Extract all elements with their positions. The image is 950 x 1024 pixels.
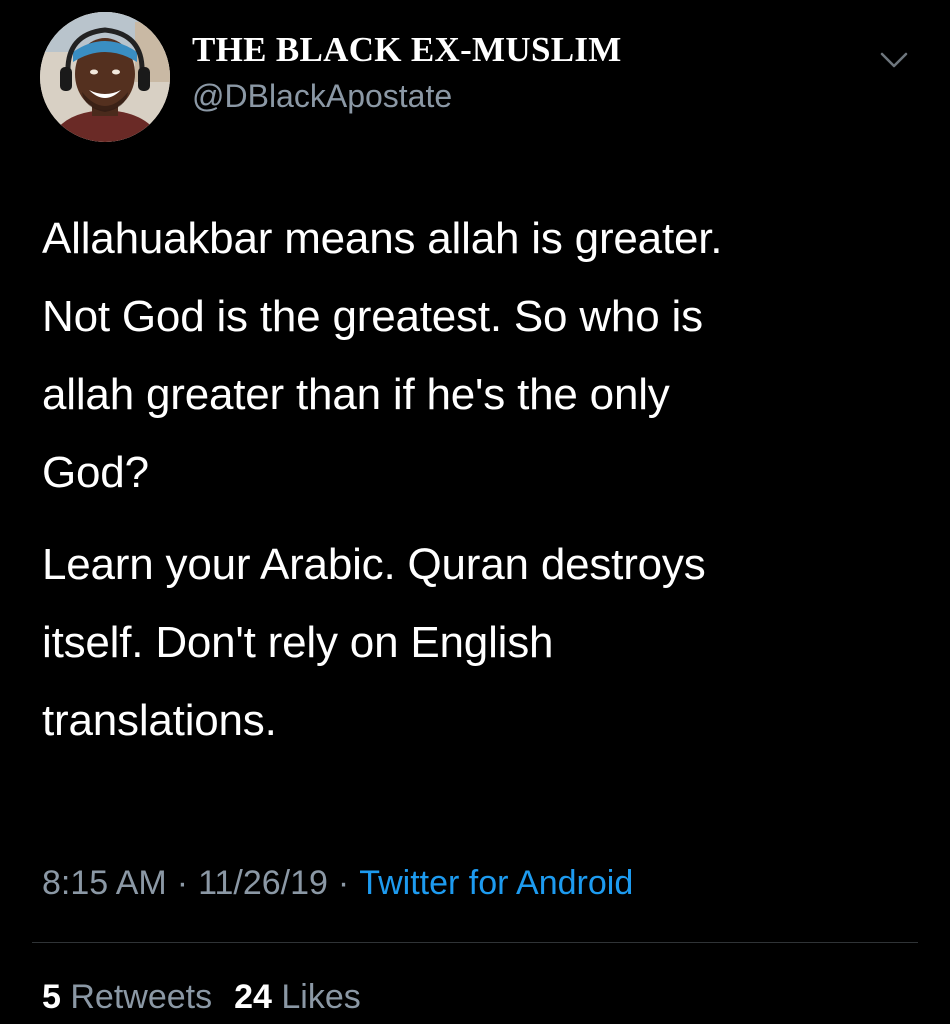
chevron-down-icon[interactable]: [876, 42, 912, 78]
avatar[interactable]: [40, 12, 170, 142]
engagement-stats: 5 Retweets 24 Likes: [42, 978, 361, 1017]
display-name[interactable]: THE BLACK EX-MUSLIM: [192, 30, 622, 70]
tweet-date: 11/26/19: [198, 864, 328, 902]
tweet-metadata: 8:15 AM · 11/26/19 · Twitter for Android: [42, 864, 633, 903]
likes-stat[interactable]: 24 Likes: [234, 978, 361, 1016]
profile-photo-icon: [40, 12, 170, 142]
retweets-label: Retweets: [70, 978, 213, 1016]
tweet-source-link[interactable]: Twitter for Android: [359, 864, 633, 902]
likes-label: Likes: [281, 978, 361, 1016]
tweet-text: Allahuakbar means allah is greater. Not …: [42, 200, 902, 760]
likes-count: 24: [234, 978, 272, 1016]
tweet-paragraph: Learn your Arabic. Quran destroys itself…: [42, 540, 706, 745]
retweets-stat[interactable]: 5 Retweets: [42, 978, 212, 1016]
tweet-paragraph: Allahuakbar means allah is greater. Not …: [42, 214, 723, 497]
tweet-time: 8:15 AM: [42, 864, 167, 902]
divider: [32, 942, 918, 943]
meta-separator: ·: [176, 864, 189, 902]
user-handle[interactable]: @DBlackApostate: [192, 78, 452, 115]
retweets-count: 5: [42, 978, 61, 1016]
tweet-detail: THE BLACK EX-MUSLIM @DBlackApostate Alla…: [0, 0, 950, 1024]
meta-separator: ·: [337, 864, 350, 902]
